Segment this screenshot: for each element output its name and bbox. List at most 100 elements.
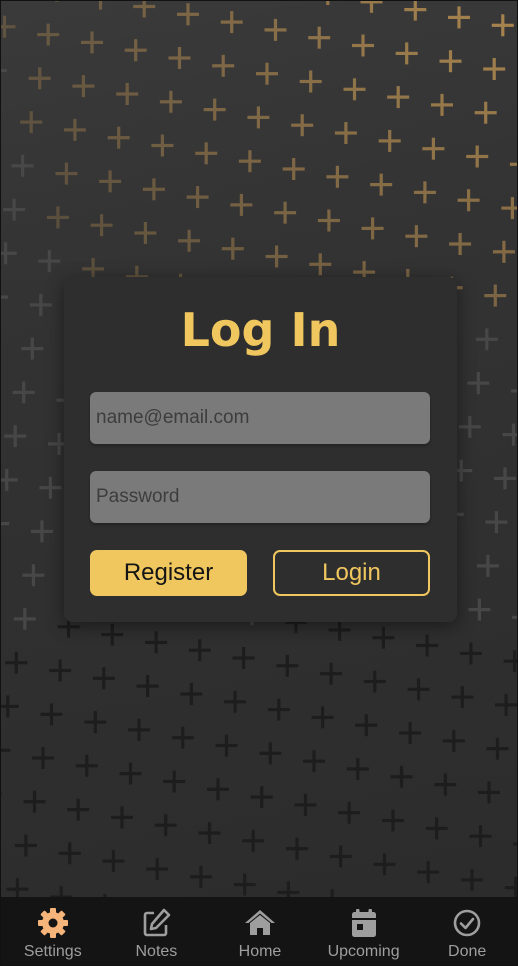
tab-label: Home xyxy=(238,943,282,960)
pattern-cross xyxy=(230,193,253,216)
tab-home[interactable]: Home xyxy=(208,897,312,965)
tab-notes[interactable]: Notes xyxy=(105,897,209,965)
tab-label: Notes xyxy=(135,943,178,960)
pattern-cross xyxy=(372,626,395,649)
pattern-cross xyxy=(308,26,331,49)
pattern-cross xyxy=(67,798,90,821)
pattern-cross xyxy=(101,623,124,646)
pattern-cross xyxy=(133,1,156,18)
pattern-cross xyxy=(29,293,52,316)
pattern-cross xyxy=(11,154,34,177)
register-button[interactable]: Register xyxy=(90,550,247,596)
pattern-cross xyxy=(449,233,472,255)
pattern-cross xyxy=(475,328,498,351)
password-field[interactable] xyxy=(90,471,430,523)
pattern-cross xyxy=(55,162,78,185)
tab-label: Upcoming xyxy=(327,943,400,960)
pattern-cross xyxy=(186,186,209,209)
pattern-cross xyxy=(116,83,139,105)
pattern-cross xyxy=(215,734,238,757)
pattern-cross xyxy=(1,695,19,718)
pattern-cross xyxy=(267,698,290,721)
pattern-cross xyxy=(168,47,191,69)
pattern-cross xyxy=(291,114,314,137)
pattern-cross xyxy=(404,1,427,21)
pattern-cross xyxy=(163,770,186,793)
pattern-cross xyxy=(378,129,401,152)
pattern-cross xyxy=(504,876,517,897)
pattern-cross xyxy=(413,181,436,204)
pattern-cross xyxy=(238,150,261,173)
pattern-cross xyxy=(98,1,103,10)
pattern-cross xyxy=(247,106,270,129)
pattern-cross xyxy=(20,111,43,134)
pattern-cross xyxy=(171,726,194,749)
pattern-cross xyxy=(395,42,418,65)
pattern-cross xyxy=(13,607,36,630)
pattern-cross xyxy=(180,683,203,705)
pattern-cross xyxy=(84,711,107,734)
pattern-cross xyxy=(282,158,305,180)
pattern-cross xyxy=(220,11,243,34)
pattern-cross xyxy=(99,170,122,193)
email-field[interactable] xyxy=(90,392,430,444)
tab-done[interactable]: Done xyxy=(415,897,517,965)
pattern-cross xyxy=(21,337,44,360)
pattern-cross xyxy=(299,70,322,93)
pattern-cross xyxy=(49,659,72,682)
pattern-cross xyxy=(119,762,142,785)
pattern-cross xyxy=(373,853,396,876)
pattern-cross xyxy=(502,423,517,446)
pattern-cross xyxy=(484,284,507,307)
pattern-cross xyxy=(457,189,480,212)
pattern-cross xyxy=(5,651,28,674)
page-title: Log In xyxy=(180,303,341,357)
pattern-cross xyxy=(3,198,26,221)
pattern-cross xyxy=(12,381,35,404)
tab-settings[interactable]: Settings xyxy=(1,897,105,965)
pattern-cross xyxy=(256,62,278,85)
pattern-cross xyxy=(286,837,308,860)
pattern-cross xyxy=(303,750,325,773)
pattern-cross xyxy=(32,747,54,769)
pattern-cross xyxy=(188,639,211,662)
pattern-cross xyxy=(14,834,37,857)
pattern-cross xyxy=(72,75,95,98)
pattern-cross xyxy=(250,786,273,809)
pattern-cross xyxy=(474,101,497,124)
pattern-cross xyxy=(416,634,439,657)
pattern-cross xyxy=(326,1,330,5)
pattern-cross xyxy=(459,642,482,665)
pattern-cross xyxy=(90,214,113,237)
login-button[interactable]: Login xyxy=(273,550,430,596)
pattern-cross xyxy=(370,173,393,196)
pattern-cross xyxy=(387,86,410,109)
pattern-cross xyxy=(151,134,174,157)
pattern-cross xyxy=(431,93,453,116)
pattern-cross xyxy=(233,873,256,896)
pattern-cross xyxy=(265,245,288,268)
pattern-cross xyxy=(145,631,168,654)
pattern-cross xyxy=(28,67,51,90)
pattern-cross xyxy=(491,14,514,37)
pattern-cross xyxy=(467,372,490,395)
pattern-cross xyxy=(22,564,45,587)
pattern-cross xyxy=(63,118,86,141)
pattern-cross xyxy=(338,801,361,824)
pattern-cross xyxy=(466,145,489,168)
tab-upcoming[interactable]: Upcoming xyxy=(312,897,416,965)
pattern-cross xyxy=(494,467,516,490)
pattern-cross xyxy=(111,806,133,829)
pattern-cross xyxy=(40,703,63,726)
pattern-cross xyxy=(58,842,81,865)
pattern-cross xyxy=(382,809,404,832)
pattern-cross xyxy=(207,778,229,801)
pattern-cross xyxy=(451,686,474,709)
pattern-cross xyxy=(448,6,470,29)
pattern-cross xyxy=(276,654,299,677)
pattern-cross xyxy=(512,615,517,619)
pattern-cross xyxy=(294,793,317,816)
pattern-cross xyxy=(458,415,481,438)
check-circle-icon xyxy=(451,907,483,939)
pattern-cross xyxy=(212,54,235,77)
